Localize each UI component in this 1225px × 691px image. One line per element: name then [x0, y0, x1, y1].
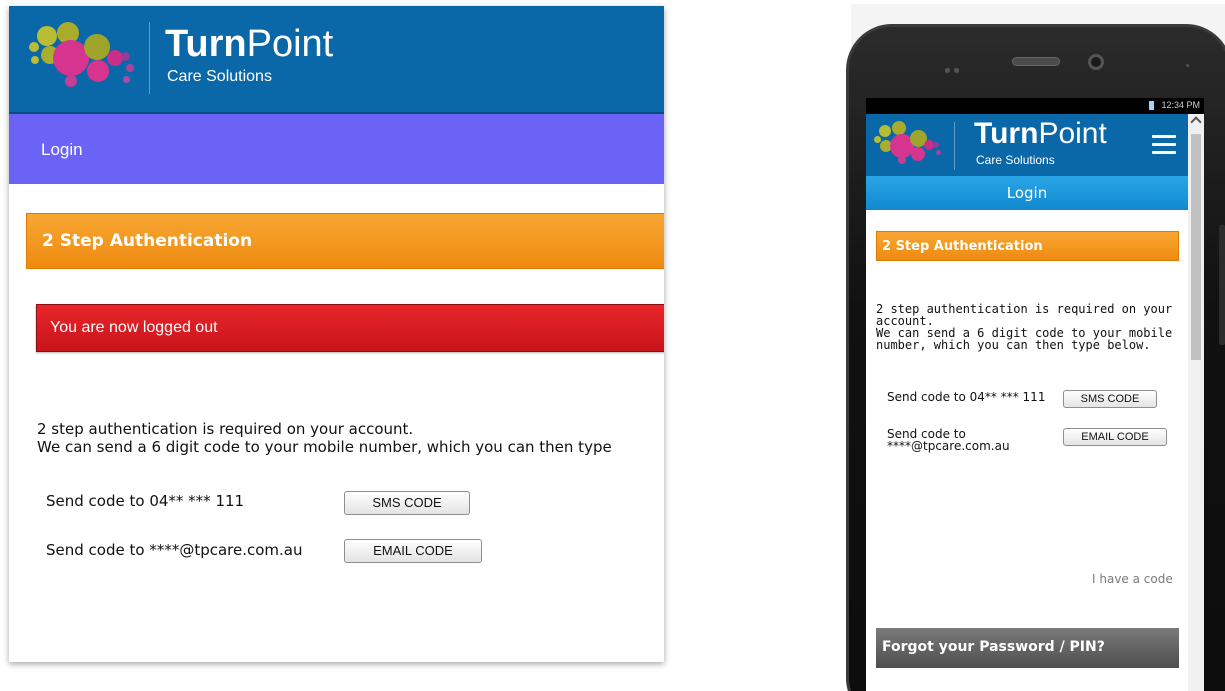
mobile-auth-panel-header: 2 Step Authentication: [876, 231, 1179, 261]
forgot-password-panel[interactable]: Forgot your Password / PIN?: [876, 628, 1179, 668]
mobile-screen: 12:34 PM TurnPoint Care Solutions Login …: [866, 98, 1204, 691]
battery-icon: [1149, 101, 1154, 110]
forgot-password-title: Forgot your Password / PIN?: [882, 639, 1105, 655]
email-row-label: Send code to ****@tpcare.com.au: [46, 541, 303, 559]
header-banner: TurnPoint Care Solutions: [9, 6, 664, 112]
auth-panel-title: 2 Step Authentication: [42, 231, 253, 251]
auth-intro-text: 2 step authentication is required on you…: [37, 420, 664, 456]
email-code-button[interactable]: EMAIL CODE: [344, 539, 482, 563]
front-camera-icon: [1088, 54, 1104, 70]
logo-divider: [954, 122, 955, 170]
mobile-email-code-button[interactable]: EMAIL CODE: [1063, 428, 1167, 446]
mobile-scrollbar[interactable]: [1188, 114, 1204, 691]
mobile-sms-row-label: Send code to 04** *** 111: [887, 390, 1046, 404]
sms-code-button[interactable]: SMS CODE: [344, 491, 470, 515]
sms-row-label: Send code to 04** *** 111: [46, 492, 245, 510]
sensor-dot: [954, 68, 959, 73]
mobile-auth-intro: 2 step authentication is required on you…: [876, 303, 1172, 351]
status-time: 12:34 PM: [1161, 100, 1200, 110]
phone-side-button: [1219, 225, 1225, 345]
nav-bar: Login: [9, 112, 664, 184]
proximity-sensor-dot: [1186, 64, 1189, 67]
mobile-nav-bar: Login: [866, 176, 1188, 210]
nav-login-link[interactable]: Login: [41, 140, 83, 160]
mobile-email-label-line-2: ****@tpcare.com.au: [887, 439, 1010, 453]
logout-alert: You are now logged out: [36, 304, 664, 352]
mobile-intro-line-4: number, which you can then type below.: [876, 338, 1151, 352]
turnpoint-logo-icon: [874, 120, 944, 168]
logo-divider: [149, 22, 150, 94]
desktop-view: TurnPoint Care Solutions Login 2 Step Au…: [9, 6, 664, 662]
brand-name-bold: Turn: [974, 117, 1039, 150]
have-code-link[interactable]: I have a code: [1092, 572, 1173, 586]
mobile-email-row-label: Send code to ****@tpcare.com.au: [887, 428, 1010, 452]
scroll-up-arrow-icon[interactable]: [1190, 116, 1202, 128]
sensor-dot: [945, 68, 950, 73]
mobile-header-banner: TurnPoint Care Solutions: [866, 114, 1188, 176]
alert-text: You are now logged out: [50, 319, 218, 336]
speaker-grille-icon: [1012, 57, 1060, 66]
auth-panel-header: 2 Step Authentication: [26, 213, 664, 269]
intro-line-2: We can send a 6 digit code to your mobil…: [37, 438, 612, 456]
mobile-auth-panel-title: 2 Step Authentication: [882, 239, 1043, 254]
status-bar: 12:34 PM: [866, 98, 1204, 114]
mobile-brand-name: TurnPoint: [974, 118, 1107, 150]
mobile-brand-tagline: Care Solutions: [976, 153, 1055, 167]
scrollbar-thumb[interactable]: [1191, 134, 1201, 360]
brand-name-bold: Turn: [165, 23, 247, 65]
mobile-nav-login[interactable]: Login: [866, 184, 1188, 202]
brand-name: TurnPoint: [165, 24, 333, 64]
intro-line-1: 2 step authentication is required on you…: [37, 420, 414, 438]
hamburger-menu-icon[interactable]: [1152, 135, 1176, 155]
brand-tagline: Care Solutions: [167, 68, 272, 85]
mobile-sms-code-button[interactable]: SMS CODE: [1063, 390, 1157, 408]
brand-name-light: Point: [246, 23, 334, 65]
brand-name-light: Point: [1038, 117, 1107, 150]
turnpoint-logo-icon: [29, 20, 139, 96]
